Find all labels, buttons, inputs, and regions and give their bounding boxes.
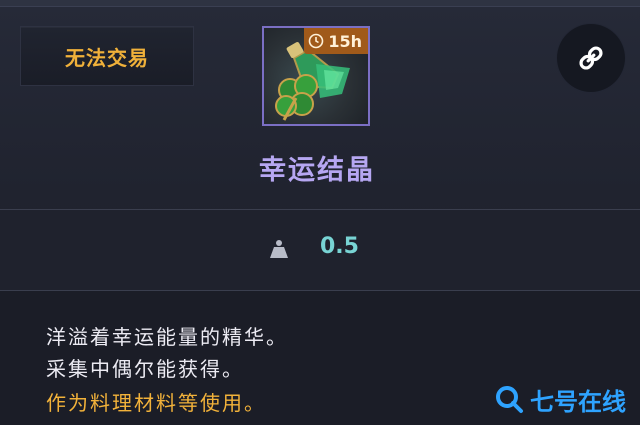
weight-row: 0.5 (0, 210, 640, 290)
description-line-1: 洋溢着幸运能量的精华。 (46, 325, 288, 349)
untradeable-badge: 无法交易 (20, 26, 194, 86)
link-button[interactable] (557, 24, 625, 92)
usage-line: 作为料理材料等使用。 (46, 391, 266, 415)
description-line-2: 采集中偶尔能获得。 (46, 357, 244, 381)
timer-text: 15h (328, 31, 362, 51)
weight-value: 0.5 (320, 234, 359, 259)
clock-icon (309, 33, 324, 49)
top-border (0, 0, 640, 7)
item-name: 幸运结晶 (259, 155, 375, 186)
watermark-text: 七号在线 (530, 387, 626, 416)
link-icon (579, 46, 603, 70)
untradeable-label: 无法交易 (65, 45, 149, 70)
item-icon[interactable]: 15h (262, 26, 370, 126)
site-watermark: 七号在线 (494, 382, 626, 416)
expiry-timer: 15h (304, 28, 368, 54)
weight-icon (270, 240, 288, 258)
search-logo-icon (496, 386, 523, 413)
item-tooltip-panel: 无法交易 15h 幸运结晶 0.5 洋溢着幸运能量的精华。 采集中偶尔能获得。 … (0, 0, 640, 425)
